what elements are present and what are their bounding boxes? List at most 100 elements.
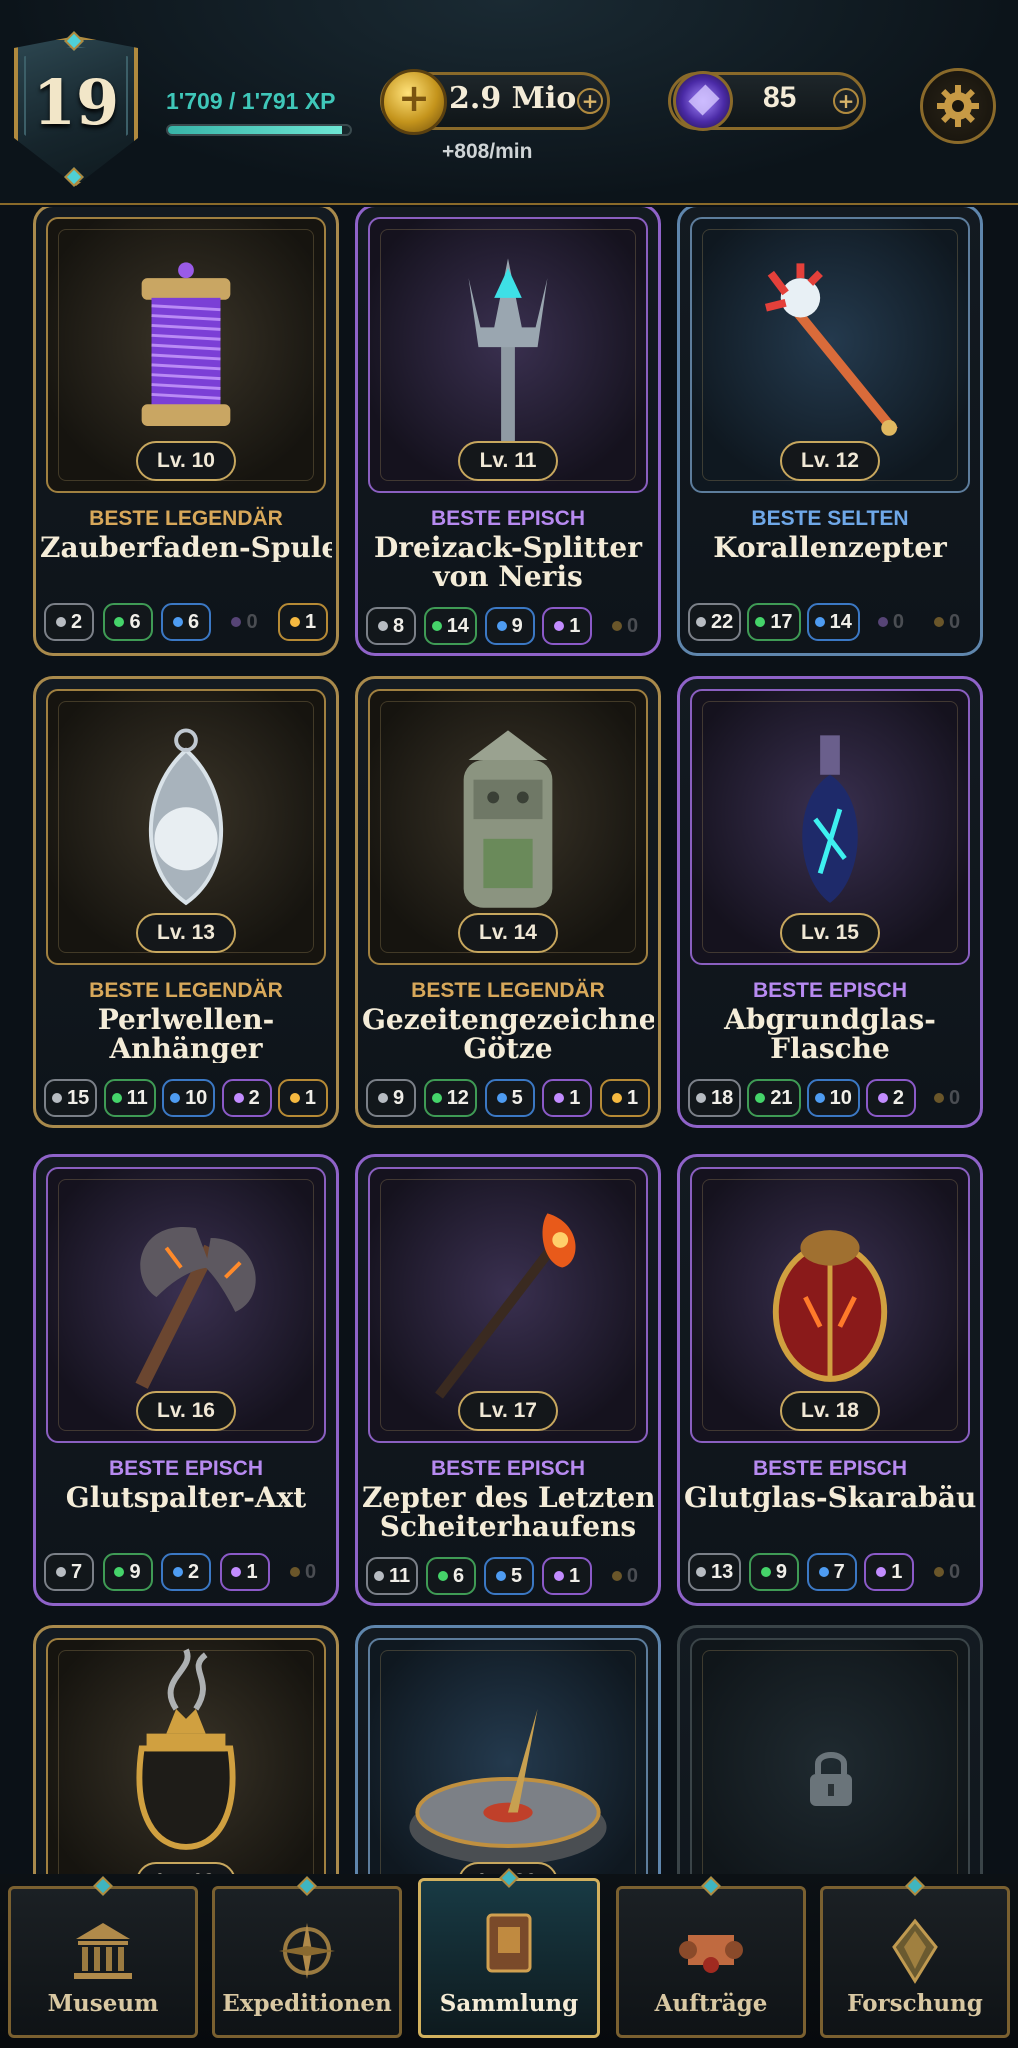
item-level-badge: Lv. 11 bbox=[458, 441, 558, 481]
stat-chip: 10 bbox=[806, 1079, 860, 1117]
stat-chip: 1 bbox=[542, 607, 593, 645]
level-badge[interactable]: 19 bbox=[14, 36, 138, 186]
item-frame bbox=[46, 1638, 326, 1882]
item-stat-chips: 18 21 10 2 0 bbox=[688, 1079, 972, 1117]
add-gold-button[interactable]: + bbox=[577, 88, 603, 114]
top-bar: 19 1'709 / 1'791 XP 2.9 Mio. + +808/min … bbox=[0, 0, 1018, 205]
item-rarity-label: BESTE LEGENDÄR bbox=[411, 979, 605, 1002]
rarity-dot-icon bbox=[111, 1093, 122, 1103]
stat-chip: 0 bbox=[600, 607, 650, 645]
rarity-dot-icon bbox=[172, 617, 183, 627]
book-icon bbox=[486, 1913, 532, 1973]
rarity-dot-icon bbox=[760, 1567, 771, 1577]
item-name: Zauberfaden-Spule bbox=[40, 533, 332, 562]
item-name: GezeitengezeichneteGötze bbox=[362, 1005, 654, 1063]
stat-chip: 0 bbox=[922, 1079, 972, 1117]
item-stat-chips: 15 11 10 2 1 bbox=[44, 1079, 328, 1117]
stat-chip: 2 bbox=[221, 1079, 272, 1117]
settings-button[interactable] bbox=[920, 68, 996, 144]
stat-chip: 2 bbox=[44, 603, 94, 641]
item-card[interactable]: Lv. 13 BESTE LEGENDÄR Perlwellen- Anhänger 1… bbox=[33, 676, 339, 1128]
bottom-navigation: Museum Expeditionen Sammlung Aufträge Forsch… bbox=[0, 1868, 1018, 2048]
item-rarity-label: BESTE EPISCH bbox=[752, 979, 908, 1002]
item-card[interactable]: Lv. 16 BESTE EPISCH Glutspalter-Axt 7 9 2 1 0 bbox=[33, 1154, 339, 1606]
stat-chip: 22 bbox=[688, 603, 742, 641]
rarity-dot-icon bbox=[814, 1093, 825, 1103]
stat-chip: 1 bbox=[277, 1079, 328, 1117]
research-icon bbox=[892, 1918, 938, 1984]
rarity-dot-icon bbox=[554, 621, 565, 631]
nav-label: Expeditionen bbox=[222, 1990, 392, 2017]
item-card[interactable]: Lv. 14 BESTE LEGENDÄR GezeitengezeichneteG… bbox=[355, 676, 661, 1128]
rarity-dot-icon bbox=[438, 1571, 449, 1581]
stat-chip: 1 bbox=[600, 1079, 650, 1117]
rarity-dot-icon bbox=[877, 617, 888, 627]
item-rarity-label: BESTE EPISCH bbox=[430, 507, 586, 530]
item-card[interactable]: Lv. 12 BESTE SELTEN Korallenzepter 22 17 14 0 0 bbox=[677, 207, 983, 656]
item-card[interactable]: Lv. 15 BESTE EPISCH Abgrundglas- Flasche 18 2… bbox=[677, 676, 983, 1128]
gem-counter[interactable]: 85 + bbox=[668, 71, 866, 131]
rarity-dot-icon bbox=[52, 1093, 62, 1103]
item-card[interactable]: Lv. 20 bbox=[355, 1625, 661, 1882]
add-gems-button[interactable]: + bbox=[833, 88, 859, 114]
nav-expeditionen[interactable]: Expeditionen bbox=[212, 1876, 402, 2038]
rarity-dot-icon bbox=[289, 1093, 300, 1103]
item-name: Glutglas-Skarabäus bbox=[684, 1483, 976, 1512]
rarity-dot-icon bbox=[611, 621, 622, 631]
stat-chip: 13 bbox=[688, 1553, 742, 1591]
gold-coin-icon bbox=[381, 69, 447, 135]
nav-museum[interactable]: Museum bbox=[8, 1876, 198, 2038]
stat-chip: 8 bbox=[366, 607, 416, 645]
stat-chip: 5 bbox=[484, 1557, 535, 1595]
rarity-dot-icon bbox=[377, 1093, 388, 1103]
stat-chip: 11 bbox=[366, 1557, 419, 1595]
stat-chip: 18 bbox=[688, 1079, 742, 1117]
item-stat-chips: 79210 bbox=[44, 1553, 328, 1591]
stat-chip: 0 bbox=[220, 603, 270, 641]
stat-chip: 9 bbox=[366, 1079, 416, 1117]
stat-chip: 1 bbox=[542, 1557, 593, 1595]
item-card[interactable]: Lv. 19 bbox=[33, 1625, 339, 1882]
item-level-badge: Lv. 10 bbox=[136, 441, 236, 481]
item-name: Glutspalter-Axt bbox=[65, 1483, 307, 1512]
nav-sammlung[interactable]: Sammlung bbox=[418, 1868, 600, 2038]
rarity-dot-icon bbox=[172, 1567, 183, 1577]
stat-chip: 6 bbox=[102, 603, 153, 641]
rarity-dot-icon bbox=[933, 1093, 944, 1103]
item-stat-chips: 13 9 7 1 0 bbox=[688, 1553, 972, 1591]
item-card[interactable]: Lv. 18 BESTE EPISCH Glutglas-Skarabäus 13 9 7… bbox=[677, 1154, 983, 1606]
rarity-dot-icon bbox=[170, 1093, 181, 1103]
rarity-dot-icon bbox=[611, 1093, 622, 1103]
item-level-badge: Lv. 14 bbox=[458, 913, 558, 953]
item-rarity-label: BESTE EPISCH bbox=[752, 1457, 908, 1480]
stat-chip: 9 bbox=[748, 1553, 799, 1591]
rarity-dot-icon bbox=[233, 1093, 244, 1103]
item-card[interactable]: Lv. 10 BESTE LEGENDÄR Zauberfaden-Spule 2 6 6… bbox=[33, 207, 339, 656]
item-stat-chips: 8 14 9 1 0 bbox=[366, 607, 650, 645]
gem-ornament-icon bbox=[93, 1876, 113, 1896]
stat-chip: 0 bbox=[922, 1553, 972, 1591]
rarity-dot-icon bbox=[431, 1093, 442, 1103]
gem-ornament-icon bbox=[297, 1876, 317, 1896]
rarity-dot-icon bbox=[876, 1567, 887, 1577]
nav-forschung[interactable]: Forschung bbox=[820, 1876, 1010, 2038]
xp-progress-bar bbox=[166, 124, 352, 136]
nav-auftraege[interactable]: Aufträge bbox=[616, 1876, 806, 2038]
rarity-dot-icon bbox=[696, 617, 706, 627]
item-card[interactable]: Lv. 17 BESTE EPISCH Zepter des Letzten Sche… bbox=[355, 1154, 661, 1606]
locked-item-card[interactable] bbox=[677, 1625, 983, 1882]
stat-chip: 1 bbox=[219, 1553, 270, 1591]
item-rarity-label: BESTE EPISCH bbox=[430, 1457, 586, 1480]
xp-progress-fill bbox=[168, 126, 342, 134]
item-card[interactable]: Lv. 11 BESTE EPISCH Dreizack-Splitter von N… bbox=[355, 207, 661, 656]
item-name: Dreizack-Splitter von Neris bbox=[374, 533, 642, 591]
purple-gem-icon bbox=[673, 71, 733, 131]
rarity-dot-icon bbox=[289, 617, 300, 627]
rarity-dot-icon bbox=[818, 1567, 829, 1577]
gold-counter[interactable]: 2.9 Mio. + bbox=[380, 69, 610, 135]
gem-amount: 85 bbox=[763, 81, 797, 114]
gold-amount: 2.9 Mio. bbox=[449, 81, 587, 116]
stat-chip: 14 bbox=[423, 607, 477, 645]
nav-label: Aufträge bbox=[654, 1990, 768, 2017]
collection-grid[interactable]: Lv. 10 BESTE LEGENDÄR Zauberfaden-Spule 2 6 6… bbox=[0, 207, 1018, 1882]
